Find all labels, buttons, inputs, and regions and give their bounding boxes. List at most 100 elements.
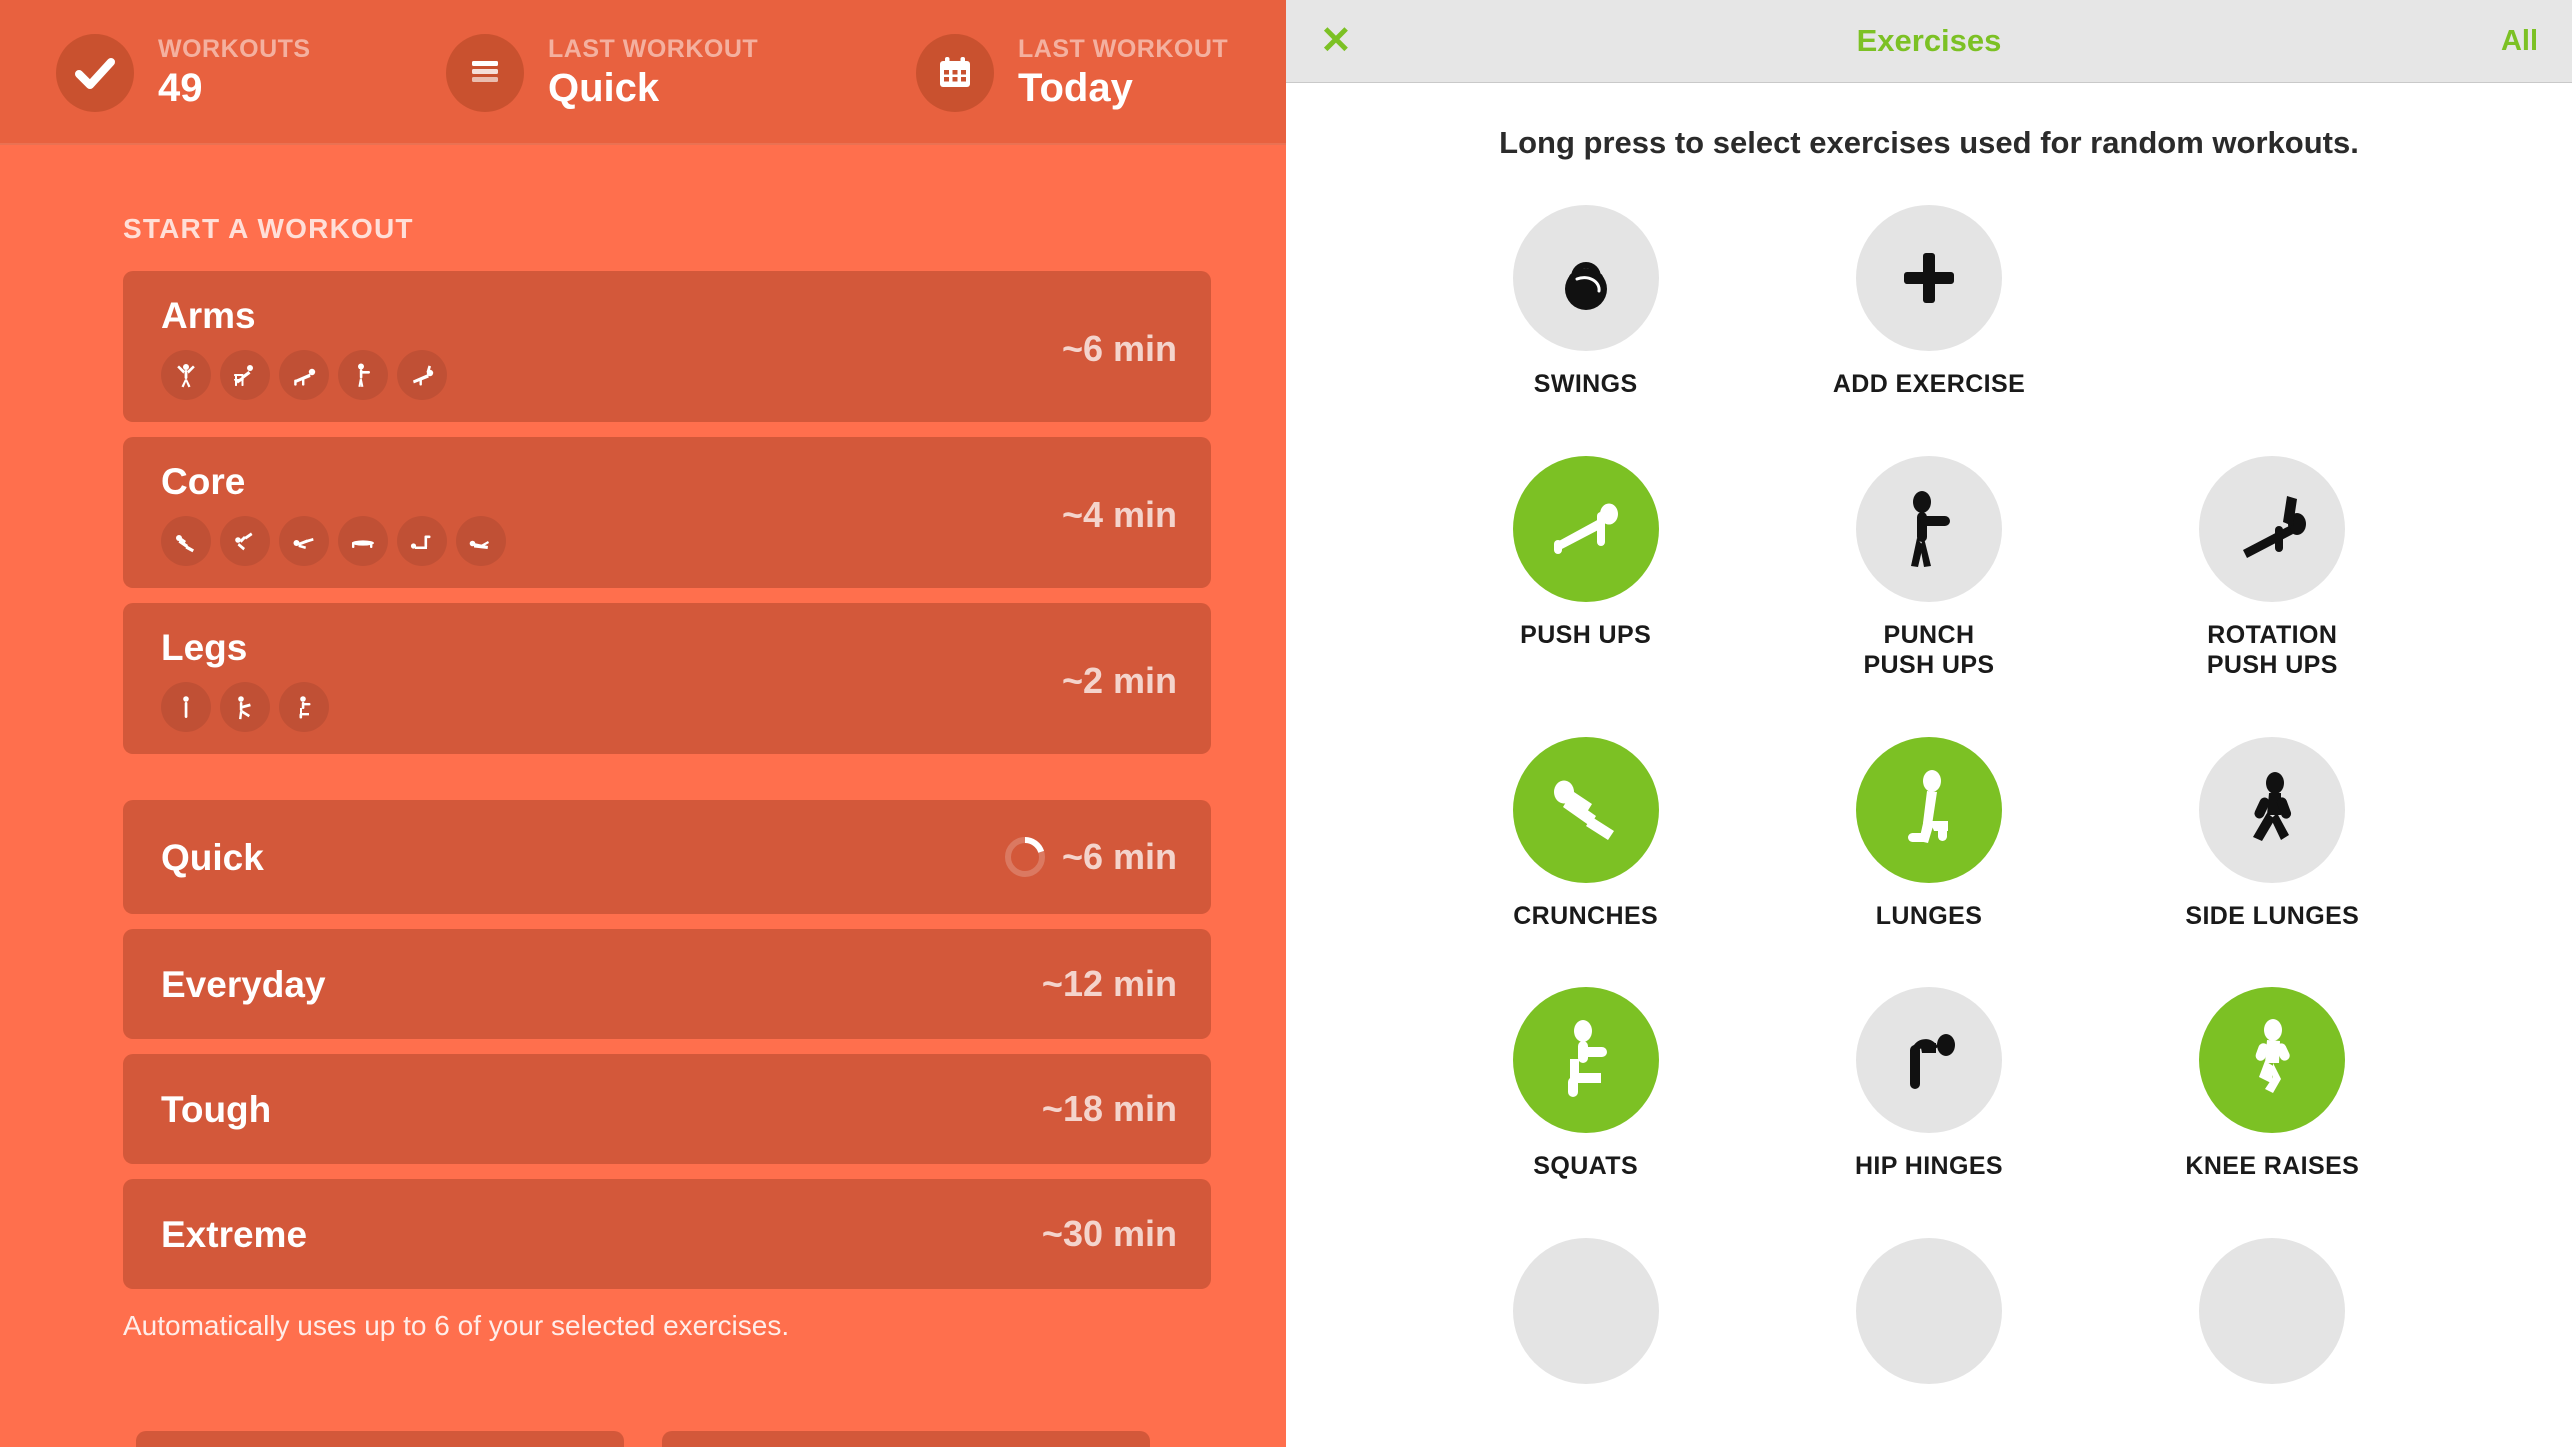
list-icon xyxy=(446,33,524,112)
standing-icon xyxy=(161,682,211,732)
exercise-rotation-push-ups[interactable]: ROTATION PUSH UPS xyxy=(2101,455,2444,681)
exercise-knee-raises[interactable]: KNEE RAISES xyxy=(2101,987,2444,1182)
side-lunges-icon xyxy=(2199,736,2346,883)
preset-time: ~6 min xyxy=(1061,836,1177,877)
preset-time: ~18 min xyxy=(1041,1088,1177,1129)
preset-time: ~30 min xyxy=(1041,1213,1177,1254)
exercise-label: ADD EXERCISE xyxy=(1832,370,2026,398)
preset-name: Extreme xyxy=(161,1213,308,1255)
stat-value: 49 xyxy=(158,66,203,110)
bridge-icon xyxy=(397,516,447,566)
bottom-button-strip xyxy=(0,1431,1286,1447)
workout-group-name: Legs xyxy=(161,627,248,668)
preset-time-wrap: ~6 min xyxy=(1002,834,1177,880)
check-icon xyxy=(56,33,134,112)
jumping-jacks-icon xyxy=(161,350,211,400)
stat-label: LAST WORKOUT xyxy=(1018,35,1229,63)
exercises-panel: ✕ Exercises All Long press to select exe… xyxy=(1286,0,2572,1447)
exercise-label: KNEE RAISES xyxy=(2185,1152,2360,1180)
footnote: Automatically uses up to 6 of your selec… xyxy=(123,1310,790,1341)
workout-group-core[interactable]: Core ~4 min xyxy=(123,437,1211,588)
stat-value: Today xyxy=(1018,66,1133,110)
preset-name: Everyday xyxy=(161,963,326,1005)
workout-group-arms[interactable]: Arms ~6 min xyxy=(123,271,1211,422)
exercise-label: ROTATION PUSH UPS xyxy=(2206,620,2338,680)
squats-icon xyxy=(1512,987,1659,1133)
exercise-icon-strip xyxy=(161,682,1062,732)
stat-value: Quick xyxy=(548,66,660,110)
preset-name: Tough xyxy=(161,1088,272,1130)
knee-raises-icon xyxy=(2199,987,2346,1133)
add-exercise-button[interactable]: ADD EXERCISE xyxy=(1757,205,2100,400)
workout-group-time: ~6 min xyxy=(1061,327,1177,369)
preset-extreme[interactable]: Extreme ~30 min xyxy=(123,1179,1211,1289)
exercise-lunges[interactable]: LUNGES xyxy=(1757,736,2100,932)
exercise-row5-b[interactable] xyxy=(1757,1237,2100,1384)
bottom-button-right[interactable] xyxy=(662,1431,1150,1447)
exercise-row5-c[interactable] xyxy=(2101,1237,2444,1384)
exercise-label: SIDE LUNGES xyxy=(2185,901,2360,930)
kettlebell-icon xyxy=(1512,205,1659,351)
exercise-swings[interactable]: SWINGS xyxy=(1414,205,1757,400)
workout-group-time: ~2 min xyxy=(1061,659,1177,701)
bottom-button-left[interactable] xyxy=(136,1431,624,1447)
preset-everyday[interactable]: Everyday ~12 min xyxy=(123,929,1211,1039)
calendar-icon xyxy=(916,33,994,112)
hip-hinges-icon xyxy=(1855,987,2002,1133)
exercise-icon-strip xyxy=(161,350,1062,400)
chair-dips-icon xyxy=(220,350,270,400)
exercise-grid: SWINGS ADD EXERCISE PUSH UPS PUNCH PUSH … xyxy=(1286,205,2572,1384)
exercise-bubble-icon xyxy=(1512,1237,1659,1384)
exercises-header: ✕ Exercises All xyxy=(1286,0,2572,83)
kick-icon xyxy=(220,682,270,732)
exercise-label: SWINGS xyxy=(1533,370,1638,398)
exercise-push-ups[interactable]: PUSH UPS xyxy=(1414,455,1757,681)
superman-icon xyxy=(456,516,506,566)
workout-group-time: ~4 min xyxy=(1061,493,1177,535)
preset-quick[interactable]: Quick ~6 min xyxy=(123,800,1211,914)
stats-bar: WORKOUTS 49 LAST WORKOUT Quick LAST WORK… xyxy=(0,0,1286,145)
exercise-crunches[interactable]: CRUNCHES xyxy=(1414,736,1757,932)
crunches-icon xyxy=(1512,736,1659,883)
preset-tough[interactable]: Tough ~18 min xyxy=(123,1054,1211,1164)
exercise-label: SQUATS xyxy=(1533,1152,1639,1180)
progress-ring-icon xyxy=(1002,834,1048,880)
exercise-bubble-icon xyxy=(2199,1237,2346,1384)
workout-panel: WORKOUTS 49 LAST WORKOUT Quick LAST WORK… xyxy=(0,0,1286,1447)
crunches-icon xyxy=(161,516,211,566)
exercise-side-lunges[interactable]: SIDE LUNGES xyxy=(2101,736,2444,932)
exercise-bubble-icon xyxy=(1855,1237,2002,1384)
stat-label: WORKOUTS xyxy=(158,35,311,63)
exercise-row5-a[interactable] xyxy=(1414,1237,1757,1384)
stat-last-workout-date: LAST WORKOUT Today xyxy=(916,33,1286,112)
exercise-hip-hinges[interactable]: HIP HINGES xyxy=(1757,987,2100,1182)
preset-time: ~12 min xyxy=(1041,963,1177,1004)
workout-group-legs[interactable]: Legs ~2 min xyxy=(123,603,1211,754)
exercise-label: PUSH UPS xyxy=(1520,620,1652,649)
exercise-icon-strip xyxy=(161,516,1062,566)
exercise-punch-push-ups[interactable]: PUNCH PUSH UPS xyxy=(1757,455,2100,681)
lunges-icon xyxy=(1855,736,2002,883)
stat-label: LAST WORKOUT xyxy=(548,35,759,63)
page-title: Exercises xyxy=(1856,23,2002,58)
squats-icon xyxy=(279,682,329,732)
exercise-squats[interactable]: SQUATS xyxy=(1414,987,1757,1182)
punch-icon xyxy=(338,350,388,400)
workout-group-name: Arms xyxy=(161,295,256,336)
workout-group-name: Core xyxy=(161,461,246,502)
v-ups-icon xyxy=(279,516,329,566)
exercise-label: HIP HINGES xyxy=(1854,1152,2003,1180)
push-ups-icon xyxy=(1512,455,1659,602)
plus-icon xyxy=(1855,205,2002,351)
exercise-label: CRUNCHES xyxy=(1513,901,1659,930)
exercise-label: PUNCH PUSH UPS xyxy=(1863,620,1995,680)
leg-raises-icon xyxy=(220,516,270,566)
preset-name: Quick xyxy=(161,836,264,878)
exercise-label: LUNGES xyxy=(1875,901,1983,930)
rotation-push-ups-icon xyxy=(2199,455,2346,602)
close-icon[interactable]: ✕ xyxy=(1320,22,1364,60)
plank-icon xyxy=(338,516,388,566)
preset-workout-list: Quick ~6 min Everyday ~12 min Tough ~18 … xyxy=(123,800,1211,1289)
punch-push-ups-icon xyxy=(1855,455,2002,602)
all-filter-button[interactable]: All xyxy=(2501,25,2538,58)
